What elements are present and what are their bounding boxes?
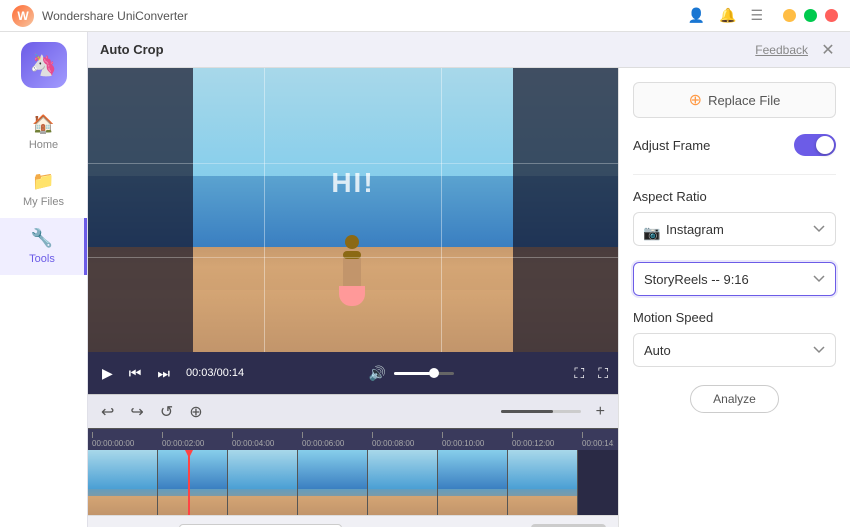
thumb-2	[228, 450, 298, 515]
timeline-thumbnails	[88, 450, 578, 515]
volume-bar[interactable]	[394, 372, 454, 375]
app-logo: W	[12, 5, 34, 27]
home-icon: 🏠	[32, 114, 54, 135]
autocrop-dialog: Auto Crop Feedback ✕	[88, 32, 850, 527]
title-bar: W Wondershare UniConverter 👤 🔔 ☰	[0, 0, 850, 32]
aspect-ratio-title: Aspect Ratio	[633, 189, 836, 204]
minimize-button[interactable]	[783, 9, 796, 22]
timeline-ruler: 00:00:00:00 00:00:02:00 00:00:04:00	[88, 428, 618, 450]
prev-frame-button[interactable]: ⏮	[125, 363, 146, 384]
playhead[interactable]	[188, 450, 190, 515]
next-frame-button[interactable]: ⏭	[153, 363, 174, 384]
app-title: Wondershare UniConverter	[42, 9, 688, 23]
fullscreen-button[interactable]: ⛶	[598, 365, 608, 382]
tools-icon: 🔧	[31, 228, 53, 249]
timeline-toolbar: ↩ ↪ ↺ ⊕ +	[88, 394, 618, 428]
fit-to-window-button[interactable]: ⛶	[574, 365, 584, 382]
sidebar-item-label: Tools	[29, 253, 55, 265]
thumb-0	[88, 450, 158, 515]
dialog-titlebar: Auto Crop Feedback ✕	[88, 32, 850, 68]
file-location-bar: File Location: 📂 Export	[88, 515, 618, 527]
crop-band-right	[513, 68, 618, 352]
video-panel: HI!	[88, 68, 618, 527]
adjust-frame-label: Adjust Frame	[633, 138, 710, 153]
video-area: HI!	[88, 68, 618, 352]
file-path-input[interactable]	[179, 524, 342, 527]
ruler-mark-1: 00:00:02:00	[162, 432, 232, 448]
undo-button[interactable]: ↩	[96, 400, 119, 424]
timeline-track[interactable]	[88, 450, 618, 515]
add-button[interactable]: ⊕	[184, 400, 207, 424]
time-display: 00:03/00:14	[186, 367, 244, 379]
ruler-mark-6: 00:00:12:00	[512, 432, 582, 448]
crop-band-left	[88, 68, 193, 352]
feedback-link[interactable]: Feedback	[755, 43, 808, 57]
sidebar-item-label: My Files	[23, 196, 64, 208]
volume-thumb	[429, 368, 439, 378]
hi-text: HI!	[331, 167, 374, 199]
play-button[interactable]: ▶	[98, 363, 117, 384]
thumb-6	[508, 450, 578, 515]
sub-ratio-select[interactable]: StoryReels -- 9:16 Post -- 1:1 Landscape…	[633, 262, 836, 296]
ruler-mark-3: 00:00:06:00	[302, 432, 372, 448]
dialog-title: Auto Crop	[100, 42, 755, 57]
sidebar-logo: 🦄	[21, 42, 67, 88]
aspect-ratio-select-wrapper: 📷 Instagram YouTube TikTok Facebook	[633, 212, 836, 254]
replace-file-label: Replace File	[708, 93, 780, 108]
user-icon[interactable]: 👤	[688, 7, 705, 24]
ruler-mark-0: 00:00:00:00	[92, 432, 162, 448]
person-figure	[337, 235, 367, 295]
sidebar-item-tools[interactable]: 🔧 Tools	[0, 218, 87, 275]
ruler-mark-4: 00:00:08:00	[372, 432, 442, 448]
analyze-button[interactable]: Analyze	[690, 385, 779, 413]
video-controls: ▶ ⏮ ⏭ 00:03/00:14 🔊 ⛶ ⛶	[88, 352, 618, 394]
ruler-mark-5: 00:00:10:00	[442, 432, 512, 448]
sidebar-item-home[interactable]: 🏠 Home	[0, 104, 87, 161]
bell-icon[interactable]: 🔔	[719, 7, 736, 24]
toggle-thumb	[816, 136, 834, 154]
close-button[interactable]	[825, 9, 838, 22]
thumb-3	[298, 450, 368, 515]
sidebar: 🦄 🏠 Home 📁 My Files 🔧 Tools	[0, 32, 88, 527]
video-frame: HI!	[88, 68, 618, 352]
sidebar-item-label: Home	[29, 139, 58, 151]
ruler-mark-2: 00:00:04:00	[232, 432, 302, 448]
ruler-content: 00:00:00:00 00:00:02:00 00:00:04:00	[92, 429, 614, 450]
replace-file-button[interactable]: ⊕ Replace File	[633, 82, 836, 118]
menu-icon[interactable]: ☰	[750, 7, 763, 24]
maximize-button[interactable]	[804, 9, 817, 22]
adjust-frame-toggle[interactable]	[794, 134, 836, 156]
thumb-4	[368, 450, 438, 515]
volume-fill	[394, 372, 430, 375]
files-icon: 📁	[32, 171, 54, 192]
aspect-ratio-select[interactable]: Instagram YouTube TikTok Facebook	[633, 212, 836, 246]
zoom-in-button[interactable]: +	[591, 401, 610, 423]
motion-speed-select[interactable]: Auto Slow Normal Fast	[633, 333, 836, 367]
replace-icon: ⊕	[689, 90, 702, 110]
divider-1	[633, 174, 836, 175]
sidebar-item-myfiles[interactable]: 📁 My Files	[0, 161, 87, 218]
volume-icon[interactable]: 🔊	[369, 365, 386, 382]
export-button[interactable]: Export	[531, 524, 606, 527]
adjust-frame-row: Adjust Frame	[633, 134, 836, 156]
dialog-body: HI!	[88, 68, 850, 527]
redo-button[interactable]: ↪	[125, 400, 148, 424]
thumb-5	[438, 450, 508, 515]
zoom-bar[interactable]	[501, 410, 581, 413]
dialog-close-button[interactable]: ✕	[818, 40, 838, 60]
ruler-mark-7: 00:00:14:00	[582, 432, 614, 448]
refresh-button[interactable]: ↺	[155, 400, 178, 424]
right-panel: ⊕ Replace File Adjust Frame Aspect Ratio	[618, 68, 850, 527]
motion-speed-title: Motion Speed	[633, 310, 836, 325]
thumb-1	[158, 450, 228, 515]
